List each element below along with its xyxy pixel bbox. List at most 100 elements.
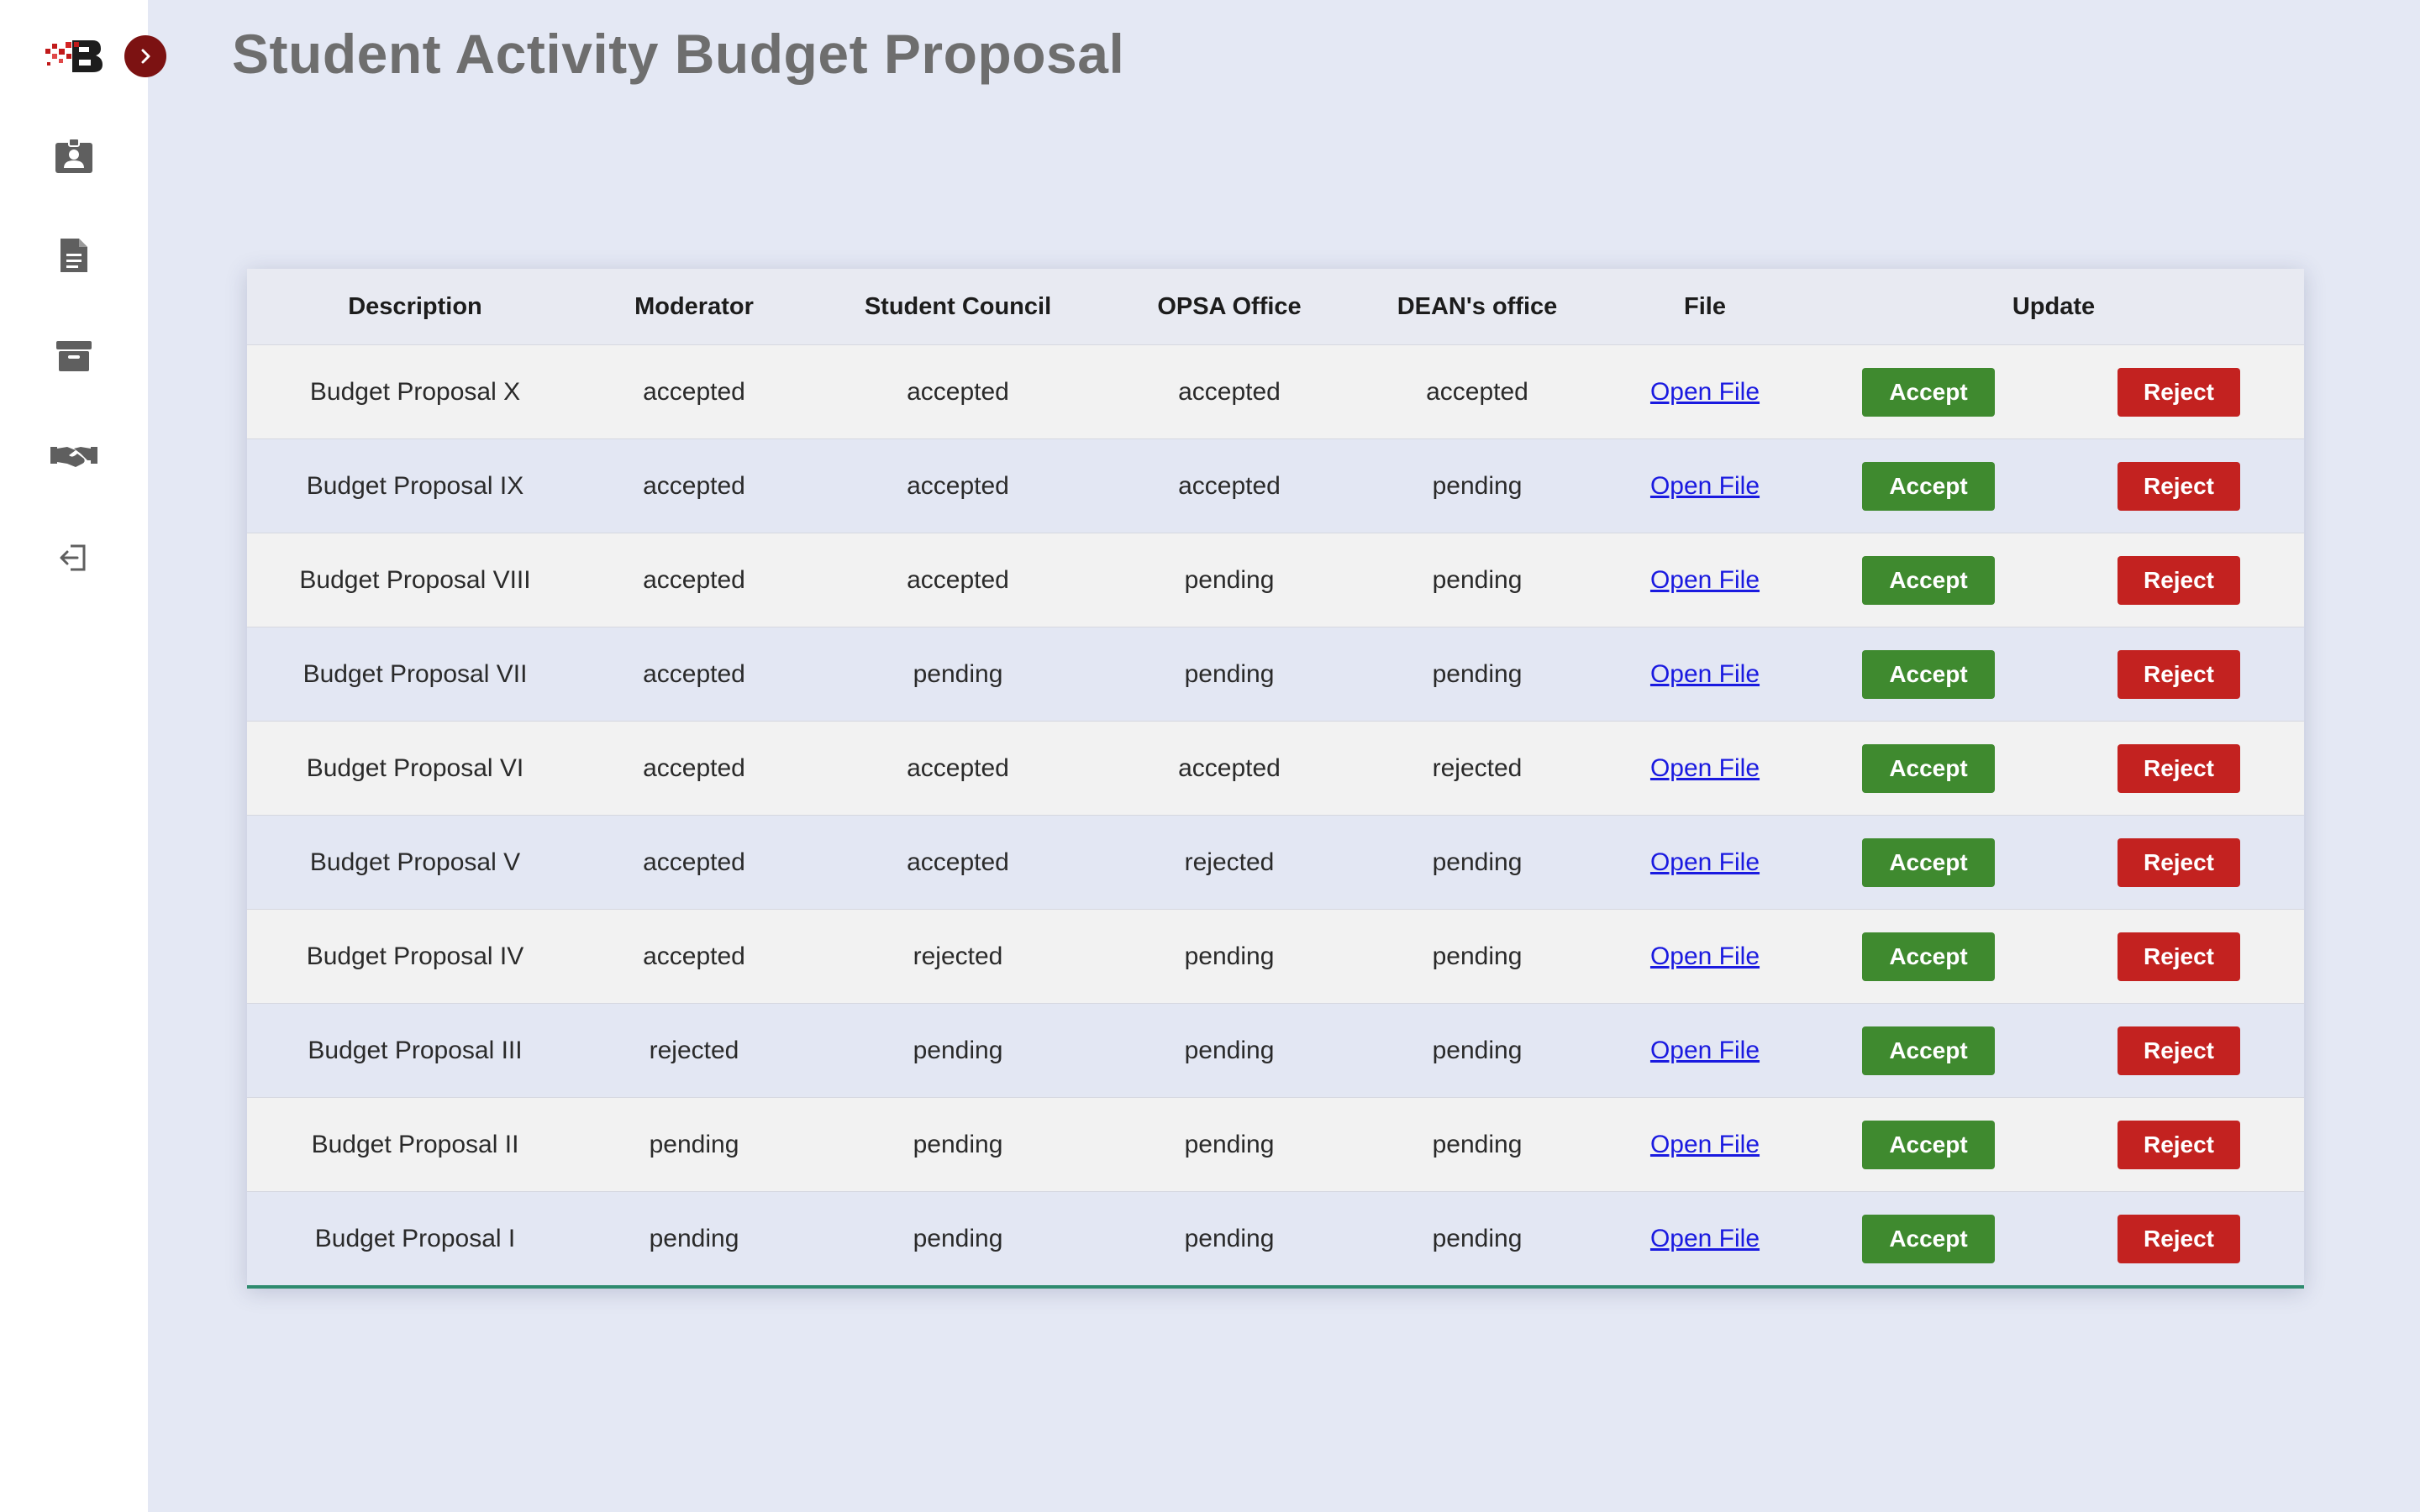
cell-accept-action: Accept bbox=[1803, 438, 2054, 533]
app-logo[interactable] bbox=[44, 37, 104, 74]
open-file-link[interactable]: Open File bbox=[1650, 942, 1760, 970]
cell-student-council-status: accepted bbox=[805, 815, 1111, 910]
cell-moderator-status: pending bbox=[583, 1097, 805, 1192]
cell-deans-office-status: pending bbox=[1348, 1191, 1607, 1285]
cell-accept-action: Accept bbox=[1803, 627, 2054, 722]
reject-button[interactable]: Reject bbox=[2118, 932, 2240, 981]
open-file-link[interactable]: Open File bbox=[1650, 378, 1760, 406]
cell-file: Open File bbox=[1607, 627, 1803, 722]
sidebar-item-documents[interactable] bbox=[47, 228, 101, 282]
table-row: Budget Proposal IX accepted accepted accept… bbox=[247, 438, 2305, 533]
cell-student-council-status: pending bbox=[805, 627, 1111, 722]
table-row: Budget Proposal III rejected pending pendin… bbox=[247, 1003, 2305, 1098]
cell-description: Budget Proposal I bbox=[247, 1191, 583, 1285]
sidebar-item-partnerships[interactable] bbox=[47, 430, 101, 484]
reject-button[interactable]: Reject bbox=[2118, 1026, 2240, 1075]
open-file-link[interactable]: Open File bbox=[1650, 472, 1760, 500]
cell-deans-office-status: rejected bbox=[1348, 721, 1607, 816]
sidebar bbox=[0, 0, 166, 1512]
accept-button[interactable]: Accept bbox=[1862, 743, 1995, 793]
table-row: Budget Proposal VI accepted accepted accept… bbox=[247, 721, 2305, 816]
cell-accept-action: Accept bbox=[1803, 1191, 2054, 1285]
column-header-student-council: Student Council bbox=[805, 269, 1111, 345]
accept-button[interactable]: Accept bbox=[1862, 837, 1995, 887]
cell-description: Budget Proposal VIII bbox=[247, 533, 583, 627]
cell-opsa-office-status: accepted bbox=[1111, 344, 1348, 439]
sidebar-item-archive[interactable] bbox=[47, 329, 101, 383]
cell-description: Budget Proposal III bbox=[247, 1003, 583, 1098]
cell-student-council-status: rejected bbox=[805, 909, 1111, 1004]
accept-button[interactable]: Accept bbox=[1862, 461, 1995, 511]
reject-button[interactable]: Reject bbox=[2118, 1214, 2240, 1263]
cell-moderator-status: accepted bbox=[583, 438, 805, 533]
open-file-link[interactable]: Open File bbox=[1650, 1225, 1760, 1252]
table-row: Budget Proposal VIII accepted accepted pend… bbox=[247, 533, 2305, 627]
cell-moderator-status: accepted bbox=[583, 533, 805, 627]
table-row: Budget Proposal II pending pending pending p… bbox=[247, 1097, 2305, 1192]
cell-file: Open File bbox=[1607, 344, 1803, 439]
handshake-icon bbox=[50, 447, 97, 467]
cell-moderator-status: accepted bbox=[583, 344, 805, 439]
cell-file: Open File bbox=[1607, 1003, 1803, 1098]
cell-reject-action: Reject bbox=[2054, 1003, 2305, 1098]
column-header-moderator: Moderator bbox=[583, 269, 805, 345]
cell-accept-action: Accept bbox=[1803, 909, 2054, 1004]
table-row: Budget Proposal Xaccepted accepted accepte… bbox=[247, 344, 2305, 439]
cell-description: Budget Proposal IV bbox=[247, 909, 583, 1004]
cell-deans-office-status: pending bbox=[1348, 815, 1607, 910]
open-file-link[interactable]: Open File bbox=[1650, 566, 1760, 594]
cell-student-council-status: accepted bbox=[805, 438, 1111, 533]
cell-accept-action: Accept bbox=[1803, 1097, 2054, 1192]
cell-opsa-office-status: pending bbox=[1111, 533, 1348, 627]
cell-reject-action: Reject bbox=[2054, 1097, 2305, 1192]
open-file-link[interactable]: Open File bbox=[1650, 754, 1760, 782]
cell-file: Open File bbox=[1607, 438, 1803, 533]
cell-opsa-office-status: accepted bbox=[1111, 438, 1348, 533]
archive-icon bbox=[56, 341, 92, 371]
sidebar-item-logout[interactable] bbox=[47, 531, 101, 585]
table-header-row: Description Moderator Student Council OP… bbox=[247, 269, 2305, 345]
cell-description: Budget Proposal VII bbox=[247, 627, 583, 722]
cell-file: Open File bbox=[1607, 1191, 1803, 1285]
reject-button[interactable]: Reject bbox=[2118, 367, 2240, 417]
cell-opsa-office-status: pending bbox=[1111, 627, 1348, 722]
cell-deans-office-status: pending bbox=[1348, 1003, 1607, 1098]
reject-button[interactable]: Reject bbox=[2118, 649, 2240, 699]
reject-button[interactable]: Reject bbox=[2118, 461, 2240, 511]
cell-deans-office-status: pending bbox=[1348, 533, 1607, 627]
cell-student-council-status: pending bbox=[805, 1191, 1111, 1285]
accept-button[interactable]: Accept bbox=[1862, 932, 1995, 981]
accept-button[interactable]: Accept bbox=[1862, 1214, 1995, 1263]
cell-deans-office-status: pending bbox=[1348, 438, 1607, 533]
open-file-link[interactable]: Open File bbox=[1650, 848, 1760, 876]
sign-out-icon bbox=[60, 544, 86, 571]
reject-button[interactable]: Reject bbox=[2118, 1120, 2240, 1169]
reject-button[interactable]: Reject bbox=[2118, 837, 2240, 887]
cell-moderator-status: accepted bbox=[583, 627, 805, 722]
reject-button[interactable]: Reject bbox=[2118, 743, 2240, 793]
reject-button[interactable]: Reject bbox=[2118, 555, 2240, 605]
accept-button[interactable]: Accept bbox=[1862, 649, 1995, 699]
column-header-file: File bbox=[1607, 269, 1803, 345]
cell-file: Open File bbox=[1607, 1097, 1803, 1192]
column-header-description: Description bbox=[247, 269, 583, 345]
open-file-link[interactable]: Open File bbox=[1650, 1131, 1760, 1158]
open-file-link[interactable]: Open File bbox=[1650, 660, 1760, 688]
accept-button[interactable]: Accept bbox=[1862, 367, 1995, 417]
cell-description: Budget Proposal II bbox=[247, 1097, 583, 1192]
accept-button[interactable]: Accept bbox=[1862, 1120, 1995, 1169]
open-file-link[interactable]: Open File bbox=[1650, 1037, 1760, 1064]
cell-reject-action: Reject bbox=[2054, 815, 2305, 910]
cell-reject-action: Reject bbox=[2054, 344, 2305, 439]
cell-reject-action: Reject bbox=[2054, 909, 2305, 1004]
cell-description: Budget Proposal IX bbox=[247, 438, 583, 533]
cell-student-council-status: accepted bbox=[805, 344, 1111, 439]
accept-button[interactable]: Accept bbox=[1862, 1026, 1995, 1075]
sidebar-expand-button[interactable] bbox=[124, 35, 166, 77]
sidebar-item-profile[interactable] bbox=[47, 129, 101, 183]
accept-button[interactable]: Accept bbox=[1862, 555, 1995, 605]
cell-file: Open File bbox=[1607, 721, 1803, 816]
cell-reject-action: Reject bbox=[2054, 1191, 2305, 1285]
page-title: Student Activity Budget Proposal bbox=[232, 23, 1125, 85]
cell-moderator-status: pending bbox=[583, 1191, 805, 1285]
